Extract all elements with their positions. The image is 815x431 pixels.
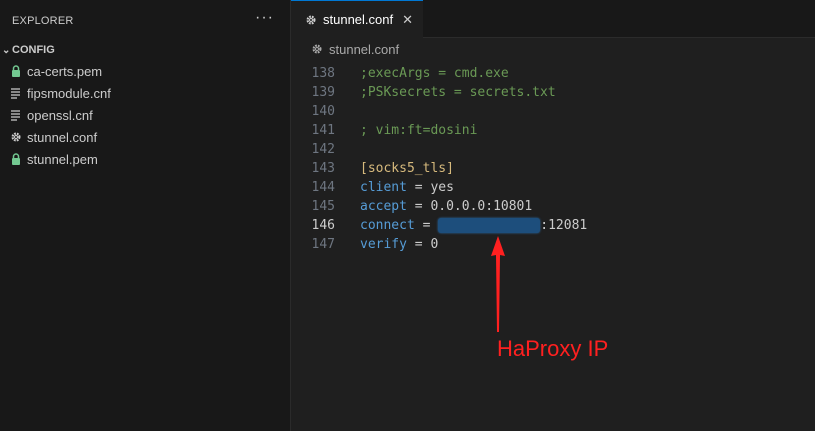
line-number: 143 xyxy=(311,161,335,176)
annotation-label: HaProxy IP xyxy=(497,336,609,361)
config-key: accept xyxy=(360,199,407,214)
file-label: stunnel.pem xyxy=(27,151,98,167)
line-text: connect = :12081 xyxy=(360,218,587,233)
more-actions-icon[interactable]: ··· xyxy=(255,9,274,27)
code-editor[interactable]: 138 ;execArgs = cmd.exe 139 ;PSKsecrets … xyxy=(291,64,815,254)
close-icon[interactable]: ✕ xyxy=(402,12,413,28)
line-number: 145 xyxy=(311,199,335,214)
line-number: 144 xyxy=(311,180,335,195)
line-text: accept = 0.0.0.0:10801 xyxy=(360,199,532,214)
file-label: openssl.cnf xyxy=(27,107,93,123)
tab-label: stunnel.conf xyxy=(323,12,394,27)
gear-icon xyxy=(305,14,317,26)
editor-area: stunnel.conf ✕ stunnel.conf 138 ;execArg… xyxy=(291,0,815,431)
config-value: yes xyxy=(430,180,454,195)
code-line: 139 ;PSKsecrets = secrets.txt xyxy=(291,83,815,102)
file-label: ca-certs.pem xyxy=(27,63,103,79)
file-stunnel-pem[interactable]: stunnel.pem xyxy=(0,148,290,170)
line-number: 146 xyxy=(311,218,335,233)
breadcrumb-file: stunnel.conf xyxy=(329,41,400,57)
line-number: 140 xyxy=(311,104,335,119)
tab-bar: stunnel.conf ✕ xyxy=(291,0,815,38)
breadcrumb[interactable]: stunnel.conf xyxy=(291,38,815,60)
folder-label: CONFIG xyxy=(12,44,55,56)
code-line: 143 [socks5_tls] xyxy=(291,159,815,178)
equals: = xyxy=(406,180,431,195)
explorer-sidebar: EXPLORER ··· ⌄ CONFIG ca-certs.pem fipsm… xyxy=(0,0,291,431)
code-line: 145 accept = 0.0.0.0:10801 xyxy=(291,197,815,216)
config-value: 0 xyxy=(430,237,439,252)
line-number: 142 xyxy=(311,142,335,157)
file-ca-certs[interactable]: ca-certs.pem xyxy=(0,60,290,82)
code-line: 140 xyxy=(291,102,815,121)
lines-icon xyxy=(10,86,22,100)
code-line: 147 verify = 0 xyxy=(291,235,815,254)
line-text: ; vim:ft=dosini xyxy=(360,123,478,138)
line-text: client = yes xyxy=(360,180,454,195)
lock-icon xyxy=(10,64,22,78)
lines-icon xyxy=(10,108,22,122)
code-line-active: 146 connect = :12081 xyxy=(291,216,815,235)
code-line: 141 ; vim:ft=dosini xyxy=(291,121,815,140)
file-stunnel-conf[interactable]: stunnel.conf xyxy=(0,126,290,148)
line-number: 138 xyxy=(311,66,335,81)
config-value: 0.0.0.0:10801 xyxy=(430,199,533,214)
lock-icon xyxy=(10,152,22,166)
config-key: client xyxy=(360,180,407,195)
file-label: fipsmodule.cnf xyxy=(27,85,111,101)
gear-icon xyxy=(311,43,323,55)
line-number: 147 xyxy=(311,237,335,252)
equals: = xyxy=(406,199,431,214)
line-number: 139 xyxy=(311,85,335,100)
section-header: [socks5_tls] xyxy=(360,161,454,176)
annotation-arrow xyxy=(491,236,505,332)
line-text: ;execArgs = cmd.exe xyxy=(360,66,509,81)
config-key: verify xyxy=(360,237,407,252)
file-openssl[interactable]: openssl.cnf xyxy=(0,104,290,126)
config-value: :12081 xyxy=(540,218,588,233)
line-text: ;PSKsecrets = secrets.txt xyxy=(360,85,556,100)
line-number: 141 xyxy=(311,123,335,138)
equals: = xyxy=(406,237,431,252)
equals: = xyxy=(414,218,439,233)
code-line: 138 ;execArgs = cmd.exe xyxy=(291,64,815,83)
explorer-title: EXPLORER xyxy=(12,15,74,27)
line-text: verify = 0 xyxy=(360,237,438,252)
redacted-ip xyxy=(438,218,541,233)
chevron-down-icon: ⌄ xyxy=(2,44,11,56)
explorer-header: EXPLORER ··· xyxy=(0,0,290,42)
code-line: 142 xyxy=(291,140,815,159)
code-line: 144 client = yes xyxy=(291,178,815,197)
tab-stunnel-conf[interactable]: stunnel.conf ✕ xyxy=(291,0,423,38)
config-key: connect xyxy=(360,218,415,233)
file-fipsmodule[interactable]: fipsmodule.cnf xyxy=(0,82,290,104)
file-label: stunnel.conf xyxy=(27,129,98,145)
folder-config[interactable]: ⌄ CONFIG xyxy=(0,40,290,60)
gear-icon xyxy=(10,130,22,144)
